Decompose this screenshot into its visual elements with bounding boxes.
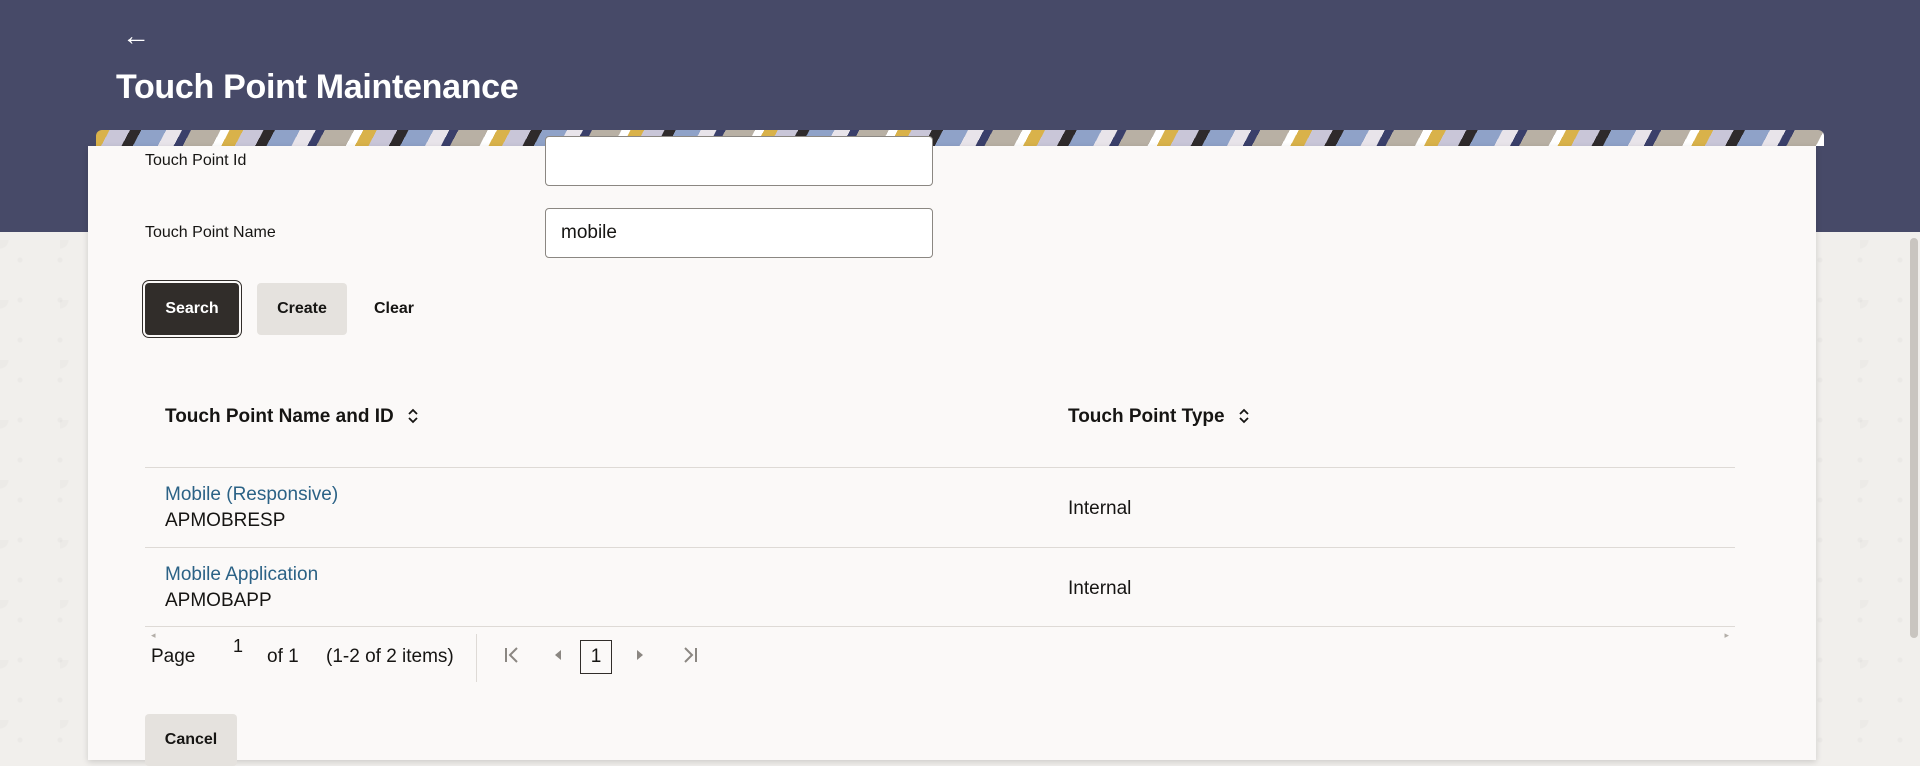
clear-button[interactable]: Clear: [359, 283, 429, 335]
first-page-icon[interactable]: [503, 645, 521, 671]
page-label: Page: [151, 646, 196, 667]
column-header-name-id[interactable]: Touch Point Name and ID: [165, 406, 420, 428]
scroll-right-icon[interactable]: ▸: [1724, 630, 1729, 641]
vertical-scrollbar[interactable]: [1908, 232, 1920, 760]
create-button[interactable]: Create: [257, 283, 347, 335]
current-page-button[interactable]: 1: [580, 640, 612, 674]
items-count-label: (1-2 of 2 items): [326, 646, 454, 667]
search-panel: Touch Point Id Touch Point Name Search C…: [88, 136, 1816, 766]
next-page-icon[interactable]: [633, 645, 647, 671]
previous-page-icon[interactable]: [551, 645, 565, 671]
touch-point-type: Internal: [1068, 578, 1132, 599]
pagination: Page 1 of 1 (1-2 of 2 items) 1: [145, 630, 845, 686]
column-header-type[interactable]: Touch Point Type: [1068, 406, 1251, 428]
touch-point-name-input[interactable]: [545, 208, 933, 258]
sort-icon[interactable]: [1237, 408, 1251, 426]
touch-point-name-link[interactable]: Mobile (Responsive): [165, 484, 338, 506]
page-count-label: of 1: [267, 646, 299, 667]
touch-point-name-link[interactable]: Mobile Application: [165, 564, 318, 586]
decorative-banner: [96, 130, 1824, 146]
search-button[interactable]: Search: [145, 283, 239, 335]
touch-point-id-input[interactable]: [545, 136, 933, 186]
touch-point-id: APMOBRESP: [165, 510, 286, 531]
page-number-input[interactable]: 1: [233, 636, 243, 657]
touch-point-name-label: Touch Point Name: [145, 224, 276, 241]
touch-point-id-label: Touch Point Id: [145, 152, 247, 169]
table-row: Mobile Application APMOBAPP Internal: [145, 548, 1735, 628]
last-page-icon[interactable]: [681, 645, 699, 671]
table-row: Mobile (Responsive) APMOBRESP Internal: [145, 468, 1735, 548]
column-header-label: Touch Point Type: [1068, 406, 1225, 427]
scrollbar-thumb[interactable]: [1910, 238, 1918, 638]
back-arrow-icon[interactable]: ←: [120, 20, 152, 52]
pager-divider: [476, 634, 477, 682]
touch-point-type: Internal: [1068, 498, 1132, 519]
page-title: Touch Point Maintenance: [116, 68, 519, 106]
row-divider: [145, 626, 1735, 627]
sort-icon[interactable]: [406, 408, 420, 426]
cancel-button[interactable]: Cancel: [145, 714, 237, 766]
touch-point-id: APMOBAPP: [165, 590, 272, 611]
column-header-label: Touch Point Name and ID: [165, 406, 394, 427]
